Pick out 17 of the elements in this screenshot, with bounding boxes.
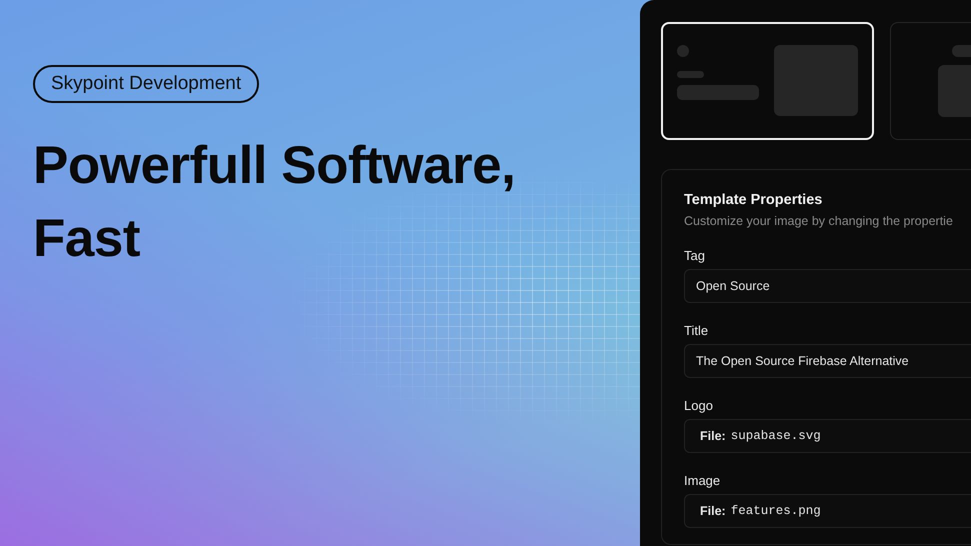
- file-name: supabase.svg: [730, 429, 821, 443]
- file-name: features.png: [730, 504, 821, 518]
- input-field[interactable]: The Open Source Firebase Alternative: [684, 344, 971, 378]
- file-field[interactable]: File: supabase.svg: [684, 419, 971, 453]
- file-field[interactable]: File: features.png: [684, 494, 971, 528]
- field-label: Image: [684, 473, 720, 488]
- tag-pill: Skypoint Development: [33, 65, 260, 103]
- file-prefix: File:: [700, 429, 726, 443]
- card-title: Template Properties: [684, 192, 822, 208]
- card-subtitle: Customize your image by changing the propertie: [684, 214, 953, 228]
- file-prefix: File:: [700, 504, 726, 518]
- headline: Fast: [33, 208, 140, 270]
- field-label: Title: [684, 323, 708, 338]
- headline: Powerfull Software,: [33, 135, 516, 197]
- field-label: Logo: [684, 398, 713, 413]
- field-label: Tag: [684, 248, 705, 263]
- input-field[interactable]: Open Source: [684, 269, 971, 303]
